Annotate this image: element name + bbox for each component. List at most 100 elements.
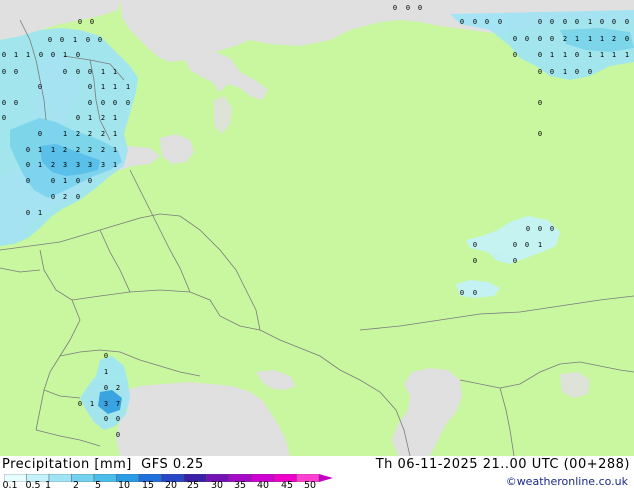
precip-value-label: 0 xyxy=(104,415,108,423)
precip-value-label: 3 xyxy=(76,161,80,169)
precip-value-label: 0 xyxy=(2,99,6,107)
precip-value-label: 7 xyxy=(116,400,120,408)
precipitation-map: 0 00 0 00 0 1 0 00 1 1 0 0 1 00 0 0 0 0 1 10 0 1 1 10 0 0 0 0 00 0 1 2 1… xyxy=(0,0,634,456)
precip-value-label: 0 xyxy=(460,289,464,297)
precip-value-label: 0 xyxy=(51,177,55,185)
precip-value-label: 0 xyxy=(38,130,42,138)
color-scale-tick-label: 30 xyxy=(210,480,224,491)
precip-value-label: 1 xyxy=(38,161,42,169)
precip-value-label: 0 xyxy=(78,18,82,26)
precip-value-label: 0 xyxy=(86,36,90,44)
precip-value-label: 0 xyxy=(625,18,629,26)
precip-value-label: 0 xyxy=(14,99,18,107)
precip-value-label: 3 xyxy=(63,161,67,169)
precip-value-label: 1 xyxy=(38,209,42,217)
precip-value-label: 1 xyxy=(588,51,592,59)
precip-value-label: 1 xyxy=(63,51,67,59)
precip-value-label: 0 xyxy=(498,18,502,26)
precip-value-label: 0 xyxy=(538,35,542,43)
precip-value-label: 0 xyxy=(550,18,554,26)
precip-value-label: 0 xyxy=(538,51,542,59)
precip-value-label: 2 xyxy=(116,384,120,392)
precip-value-label: 1 xyxy=(625,51,629,59)
precip-value-label: 0 xyxy=(526,225,530,233)
precip-value-label: 2 xyxy=(51,161,55,169)
precip-value-label: 0 xyxy=(90,18,94,26)
precip-value-label: 0 xyxy=(538,99,542,107)
precip-value-label: 1 xyxy=(113,68,117,76)
precip-value-label: 3 xyxy=(88,161,92,169)
precip-value-label: 0 xyxy=(2,68,6,76)
precip-value-label: 0 xyxy=(538,225,542,233)
precip-value-label: 0 xyxy=(51,51,55,59)
precip-value-label: 0 xyxy=(76,177,80,185)
precip-value-label: 0 xyxy=(460,18,464,26)
precip-value-label: 0 xyxy=(406,4,410,12)
precip-value-label: 0 xyxy=(78,400,82,408)
precip-value-label: 0 xyxy=(393,4,397,12)
precip-value-label: 2 xyxy=(76,146,80,154)
color-scale-tick-label: 1 xyxy=(44,480,52,491)
color-scale-tick-label: 10 xyxy=(117,480,131,491)
precip-value-label: 0 xyxy=(88,68,92,76)
precip-value-label: 1 xyxy=(113,130,117,138)
precip-value-label: 0 xyxy=(473,18,477,26)
precip-value-label: 0 xyxy=(38,83,42,91)
precip-value-label: 0 xyxy=(538,68,542,76)
precip-value-label: 3 xyxy=(104,400,108,408)
precip-value-label: 0 xyxy=(98,36,102,44)
precip-value-label: 0 xyxy=(625,35,629,43)
precip-value-label: 0 xyxy=(76,51,80,59)
precip-value-label: 0 xyxy=(88,99,92,107)
precip-value-label: 1 xyxy=(63,130,67,138)
precip-value-label: 0 xyxy=(26,177,30,185)
precip-value-label: 0 xyxy=(513,35,517,43)
precip-value-label: 1 xyxy=(73,36,77,44)
precip-value-label: 0 xyxy=(485,18,489,26)
color-scale-tick-label: 0.1 xyxy=(2,480,18,491)
precip-value-label: 0 xyxy=(612,18,616,26)
precip-value-label: 0 xyxy=(26,161,30,169)
precip-value-label: 1 xyxy=(63,177,67,185)
precip-value-label: 0 xyxy=(116,431,120,439)
legend-bar: Precipitation [mm] GFS 0.25 0.1 0.5 1 2 5 10 1… xyxy=(0,456,634,491)
color-scale-tick-label: 45 xyxy=(280,480,294,491)
precip-value-label: 1 xyxy=(563,68,567,76)
precip-value-label: 2 xyxy=(88,130,92,138)
precip-value-label: 0 xyxy=(113,99,117,107)
precip-value-label: 2 xyxy=(612,35,616,43)
map-area: 0000000100011001000000110011100000000121… xyxy=(0,0,634,456)
precip-value-label: 0 xyxy=(588,68,592,76)
precip-value-label: 1 xyxy=(88,114,92,122)
precip-value-label: 0 xyxy=(563,18,567,26)
precip-value-label: 0 xyxy=(14,68,18,76)
precip-value-label: 1 xyxy=(113,83,117,91)
precip-value-label: 0 xyxy=(2,114,6,122)
precip-value-label: 1 xyxy=(113,146,117,154)
precip-value-label: 1 xyxy=(600,35,604,43)
precip-value-label: 0 xyxy=(550,225,554,233)
precip-value-label: 0 xyxy=(76,68,80,76)
color-scale-tick-label: 0.5 xyxy=(25,480,41,491)
credit-link[interactable]: ©weatheronline.co.uk xyxy=(506,475,628,488)
color-scale-tick-label: 35 xyxy=(233,480,247,491)
color-scale-tick-label: 5 xyxy=(94,480,102,491)
precip-value-label: 0 xyxy=(538,130,542,138)
precip-value-label: 0 xyxy=(525,241,529,249)
valid-time: Th 06-11-2025 21..00 UTC (00+288) xyxy=(375,457,630,472)
precip-value-label: 1 xyxy=(113,114,117,122)
precip-value-label: 1 xyxy=(101,68,105,76)
precip-value-label: 0 xyxy=(525,35,529,43)
precip-value-label: 1 xyxy=(600,51,604,59)
precip-value-label: 1 xyxy=(101,83,105,91)
color-scale-tick-label: 2 xyxy=(72,480,80,491)
model-name: GFS 0.25 xyxy=(141,457,204,472)
precip-value-label: 1 xyxy=(563,51,567,59)
color-scale-ticks: 0.1 0.5 1 2 5 10 15 20 25 30 35 40 45 50 xyxy=(0,480,340,491)
precip-value-label: 0 xyxy=(513,257,517,265)
precip-value-label: 2 xyxy=(88,146,92,154)
precip-value-label: 1 xyxy=(90,400,94,408)
precip-value-label: 2 xyxy=(63,193,67,201)
precip-value-label: 0 xyxy=(104,352,108,360)
precip-value-label: 1 xyxy=(575,35,579,43)
